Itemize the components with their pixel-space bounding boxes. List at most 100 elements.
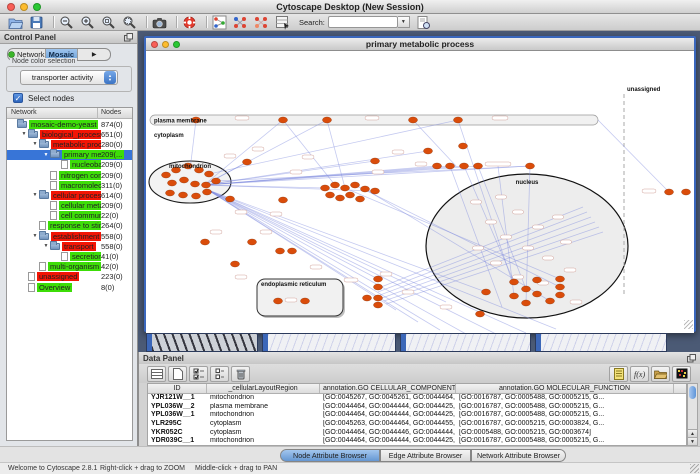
tree-row[interactable]: mosaic-demo-yeast874(0) — [7, 119, 132, 129]
expand-triangle-icon[interactable]: ▼ — [20, 131, 28, 137]
destroy-view-icon[interactable] — [253, 15, 270, 30]
graph-node[interactable] — [231, 261, 240, 267]
graph-node[interactable] — [162, 172, 171, 178]
network-view-window[interactable]: primary metabolic process plasma membran… — [144, 36, 696, 332]
table-row[interactable]: YDR039C__1mitochondrion[GO:0044464, GO:0… — [148, 437, 686, 446]
graph-node[interactable] — [331, 182, 340, 188]
scroll-up-arrow[interactable]: ▲ — [688, 429, 697, 437]
tree-row[interactable]: ▼cellular process614(0) — [7, 190, 132, 200]
tab-node-attribute-browser[interactable]: Node Attribute Browser — [280, 449, 380, 462]
graph-node[interactable] — [248, 239, 257, 245]
zoom-out-icon[interactable] — [58, 15, 75, 30]
tree-row[interactable]: nitrogen compo209(0) — [7, 170, 132, 180]
graph-node[interactable] — [371, 188, 380, 194]
minimized-window-thumbnail[interactable] — [535, 333, 667, 352]
graph-node[interactable] — [522, 300, 531, 306]
graph-node[interactable] — [510, 293, 519, 299]
tree-row[interactable]: unassigned223(0) — [7, 272, 132, 282]
new-attribute-icon[interactable] — [168, 366, 187, 382]
graph-node[interactable] — [192, 193, 201, 199]
tree-row[interactable]: cell communicat22(0) — [7, 211, 132, 221]
graph-node[interactable] — [168, 180, 177, 186]
attribute-table-icon[interactable] — [147, 366, 166, 382]
app-resize-grip[interactable] — [690, 464, 699, 473]
annotation-grid-icon[interactable] — [274, 15, 291, 30]
tab-network-attribute-browser[interactable]: Network Attribute Browser — [471, 449, 566, 462]
table-row[interactable]: YJR121W__1mitochondrion[GO:0045267, GO:0… — [148, 394, 686, 403]
tree-row[interactable]: ▼biological_process651(0) — [7, 129, 132, 139]
node-color-dropdown[interactable]: transporter activity ▲▼ — [20, 70, 118, 85]
tree-row[interactable]: secretion41(0) — [7, 251, 132, 261]
graph-node[interactable] — [522, 286, 531, 292]
graph-node[interactable] — [374, 284, 383, 290]
graph-node[interactable] — [433, 163, 442, 169]
graph-node[interactable] — [454, 117, 463, 123]
minimized-window-thumbnail[interactable] — [146, 333, 258, 352]
graph-node[interactable] — [166, 190, 175, 196]
graph-node[interactable] — [371, 158, 380, 164]
graph-node[interactable] — [351, 182, 360, 188]
graph-node[interactable] — [533, 291, 542, 297]
zoom-in-icon[interactable] — [79, 15, 96, 30]
tree-row[interactable]: macromolecule311(0) — [7, 180, 132, 190]
window-resize-grip[interactable] — [684, 320, 693, 329]
graph-node[interactable] — [460, 163, 469, 169]
expand-triangle-icon[interactable]: ▼ — [31, 233, 39, 239]
graph-node[interactable] — [279, 197, 288, 203]
graph-node[interactable] — [202, 182, 211, 188]
graph-node[interactable] — [191, 181, 200, 187]
graph-node[interactable] — [474, 163, 483, 169]
graph-node[interactable] — [321, 185, 330, 191]
graph-node[interactable] — [363, 295, 372, 301]
snapshot-camera-icon[interactable] — [151, 15, 168, 30]
open-session-icon[interactable] — [7, 15, 24, 30]
matrix-heatmap-icon[interactable] — [672, 366, 691, 382]
column-header[interactable]: ID — [148, 384, 207, 393]
table-row[interactable]: YLR295Ccytoplasm[GO:0045263, GO:0044464,… — [148, 420, 686, 429]
graph-node[interactable] — [276, 248, 285, 254]
graph-node[interactable] — [374, 276, 383, 282]
graph-node[interactable] — [682, 189, 691, 195]
graph-node[interactable] — [179, 192, 188, 198]
graph-node[interactable] — [446, 163, 455, 169]
graph-node[interactable] — [546, 298, 555, 304]
tree-row[interactable]: response to stimulu264(0) — [7, 221, 132, 231]
graph-node[interactable] — [361, 186, 370, 192]
float-panel-icon[interactable] — [687, 354, 696, 363]
graph-node[interactable] — [323, 117, 332, 123]
graph-node[interactable] — [476, 311, 485, 317]
graph-node[interactable] — [346, 192, 355, 198]
table-row[interactable]: YKR052Ccytoplasm[GO:0044464, GO:0044446,… — [148, 429, 686, 438]
graph-node[interactable] — [288, 248, 297, 254]
graph-node[interactable] — [556, 292, 565, 298]
graph-node[interactable] — [274, 298, 283, 304]
minimized-window-thumbnail[interactable] — [400, 333, 531, 352]
network-overview-icon[interactable] — [211, 15, 228, 30]
float-panel-icon[interactable] — [124, 33, 133, 42]
expand-triangle-icon[interactable]: ▼ — [31, 192, 39, 198]
column-header[interactable]: annotation.GO CELLULAR_COMPONENT — [320, 384, 456, 393]
graph-node[interactable] — [356, 196, 365, 202]
graph-node[interactable] — [326, 192, 335, 198]
select-nodes-checkbox[interactable]: ✓ — [13, 93, 23, 103]
graph-node[interactable] — [533, 277, 542, 283]
graph-node[interactable] — [556, 284, 565, 290]
tree-row[interactable]: ▼metabolic process280(0) — [7, 139, 132, 149]
tree-row[interactable]: Overview8(0) — [7, 282, 132, 292]
graph-node[interactable] — [409, 117, 418, 123]
graph-node[interactable] — [243, 159, 252, 165]
graph-node[interactable] — [336, 195, 345, 201]
tab-edge-attribute-browser[interactable]: Edge Attribute Browser — [380, 449, 471, 462]
graph-node[interactable] — [556, 276, 565, 282]
graph-node[interactable] — [201, 239, 210, 245]
scroll-down-arrow[interactable]: ▼ — [688, 437, 697, 445]
graph-node[interactable] — [482, 289, 491, 295]
graph-node[interactable] — [526, 163, 535, 169]
tree-row[interactable]: ▼establishment of lo558(0) — [7, 231, 132, 241]
minimized-window-thumbnail[interactable] — [262, 333, 396, 352]
graph-node[interactable] — [203, 189, 212, 195]
scrollbar-thumb[interactable] — [689, 386, 696, 399]
table-row[interactable]: YPL036W__1mitochondrion[GO:0044464, GO:0… — [148, 411, 686, 420]
search-config-icon[interactable] — [415, 15, 432, 30]
graph-node[interactable] — [665, 189, 674, 195]
